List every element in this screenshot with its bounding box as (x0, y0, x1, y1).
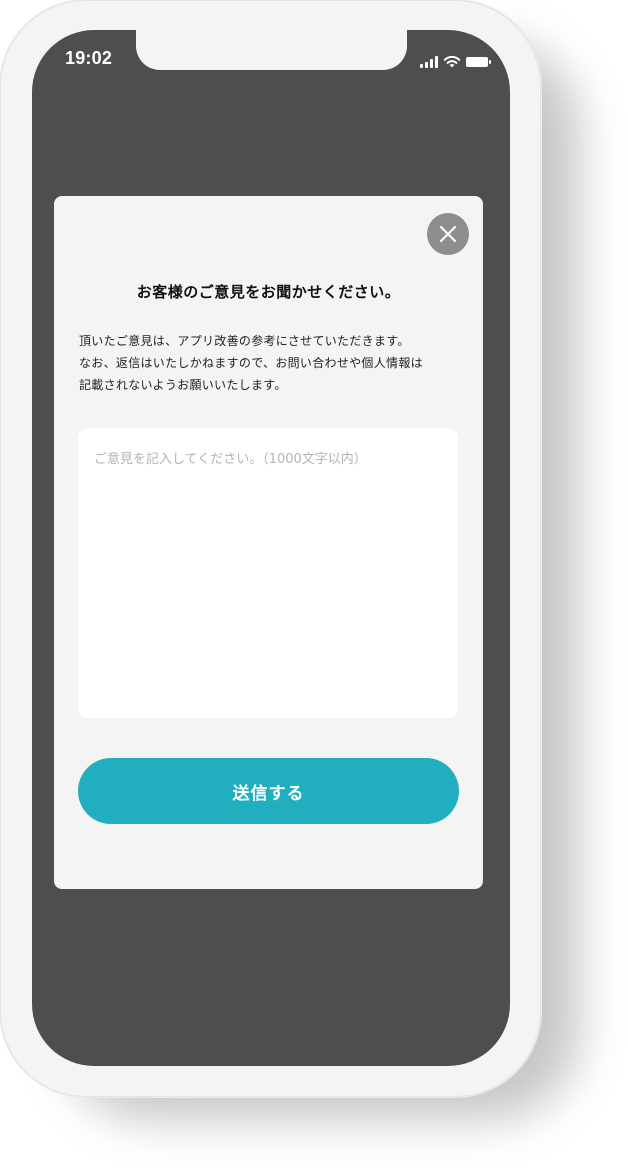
battery-icon (466, 57, 491, 67)
submit-button[interactable]: 送信する (78, 758, 459, 824)
modal-description: 頂いたご意見は、アプリ改善の参考にさせていただきます。 なお、返信はいたしかねま… (79, 330, 469, 396)
close-button[interactable] (427, 213, 469, 255)
feedback-modal: お客様のご意見をお聞かせください。 頂いたご意見は、アプリ改善の参考にさせていた… (54, 196, 483, 889)
phone-frame: 19:02 お客様のご意見をお聞かせください。 頂いたご意見は、アプリ改善の参考… (0, 0, 541, 1097)
feedback-textarea[interactable] (78, 428, 458, 718)
phone-screen: 19:02 お客様のご意見をお聞かせください。 頂いたご意見は、アプリ改善の参考… (32, 30, 510, 1066)
status-icons (420, 54, 491, 68)
cellular-signal-icon (420, 56, 438, 68)
modal-title: お客様のご意見をお聞かせください。 (136, 283, 401, 301)
notch (136, 30, 407, 70)
wifi-icon (443, 55, 461, 68)
close-icon (439, 225, 457, 243)
status-time: 19:02 (65, 48, 113, 68)
description-line: なお、返信はいたしかねますので、お問い合わせや個人情報は (79, 356, 423, 370)
description-line: 記載されないようお願いいたします。 (79, 378, 287, 392)
description-line: 頂いたご意見は、アプリ改善の参考にさせていただきます。 (79, 334, 410, 348)
